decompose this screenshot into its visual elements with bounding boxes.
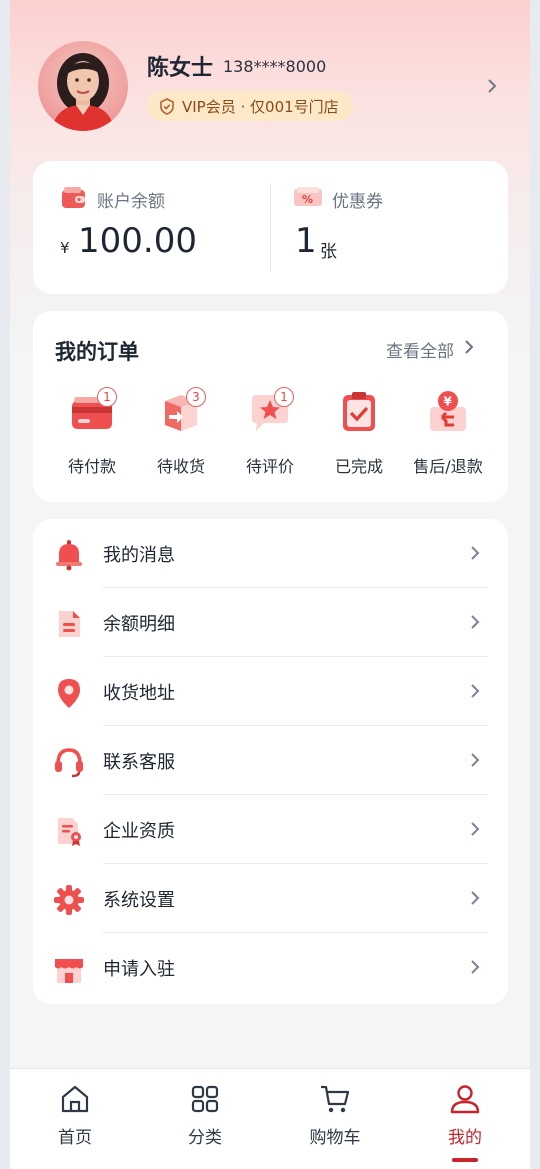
wallet-icon [61, 186, 87, 214]
menu-item-customer-service[interactable]: 联系客服 [33, 726, 508, 795]
menu-item-messages[interactable]: 我的消息 [33, 519, 508, 588]
svg-text:¥: ¥ [444, 395, 453, 409]
balance-value: 100.00 [78, 221, 197, 261]
order-badge: 1 [274, 387, 294, 407]
orders-title: 我的订单 [55, 340, 139, 364]
order-after-sales[interactable]: ¥ 售后/退款 [403, 387, 493, 487]
order-badge: 1 [97, 387, 117, 407]
tab-home[interactable]: 首页 [10, 1069, 140, 1169]
menu-item-label: 企业资质 [103, 821, 175, 842]
tab-label: 分类 [188, 1128, 222, 1148]
svg-text:%: % [302, 193, 313, 206]
tab-label: 我的 [448, 1128, 482, 1148]
user-name: 陈女士 [147, 56, 214, 81]
order-pending-receipt[interactable]: 3 待收货 [136, 387, 226, 487]
coupon-label: 优惠券 [332, 192, 383, 212]
cart-icon [319, 1083, 351, 1119]
shield-icon [159, 97, 175, 115]
tab-label: 首页 [58, 1128, 92, 1148]
tab-label: 购物车 [309, 1128, 361, 1148]
profile-chevron-right-icon[interactable] [485, 76, 499, 100]
chevron-right-icon [454, 339, 474, 360]
chevron-right-icon [470, 683, 480, 703]
store-icon [53, 953, 85, 985]
document-icon [53, 608, 85, 640]
vip-badge[interactable]: VIP会员 · 仅001号门店 [147, 91, 353, 121]
menu-list: 我的消息 余额明细 收货地址 联系客服 企业资质 系统设置 申请入驻 [33, 519, 508, 1004]
chevron-right-icon [470, 752, 480, 772]
menu-item-label: 申请入驻 [103, 959, 175, 980]
bottom-tab-bar: 首页 分类 购物车 我的 [10, 1068, 530, 1169]
menu-item-address[interactable]: 收货地址 [33, 657, 508, 726]
tab-category[interactable]: 分类 [140, 1069, 270, 1169]
location-pin-icon [53, 677, 85, 709]
vip-badge-label: VIP会员 · 仅001号门店 [182, 97, 339, 116]
chevron-right-icon [470, 821, 480, 841]
menu-item-label: 联系客服 [103, 752, 175, 773]
view-all-orders-link[interactable]: 查看全部 [386, 337, 474, 362]
coupons[interactable]: % 优惠券 1 张 [271, 161, 508, 294]
user-icon [449, 1083, 481, 1119]
menu-item-settings[interactable]: 系统设置 [33, 864, 508, 933]
coupon-unit: 张 [320, 242, 337, 262]
menu-item-label: 我的消息 [103, 545, 175, 566]
order-label: 待评价 [245, 457, 294, 476]
tab-mine[interactable]: 我的 [400, 1069, 530, 1169]
chevron-right-icon [470, 959, 480, 979]
bell-icon [53, 539, 85, 571]
order-label: 售后/退款 [413, 457, 483, 476]
clipboard-check-icon [337, 387, 381, 435]
menu-item-label: 余额明细 [103, 614, 175, 635]
order-pending-payment[interactable]: 1 待付款 [47, 387, 137, 487]
chevron-right-icon [470, 614, 480, 634]
orders-card: 我的订单 查看全部 1 待付款 3 待收货 1 待评价 已完成 ¥ 售后/退款 [33, 311, 508, 502]
grid-icon [189, 1083, 221, 1119]
balance-currency: ¥ [60, 239, 70, 257]
order-badge: 3 [186, 387, 206, 407]
gear-icon [53, 884, 85, 916]
home-icon [59, 1083, 91, 1119]
menu-item-qualifications[interactable]: 企业资质 [33, 795, 508, 864]
active-tab-indicator [452, 1158, 478, 1162]
account-balance[interactable]: 账户余额 ¥ 100.00 [33, 161, 270, 294]
headset-icon [53, 746, 85, 778]
menu-item-balance-details[interactable]: 余额明细 [33, 588, 508, 657]
chevron-right-icon [470, 545, 480, 565]
menu-item-label: 系统设置 [103, 890, 175, 911]
chevron-right-icon [470, 890, 480, 910]
coupon-icon: % [293, 186, 323, 212]
order-completed[interactable]: 已完成 [314, 387, 404, 487]
menu-item-label: 收货地址 [103, 683, 175, 704]
order-label: 待收货 [156, 457, 205, 476]
balance-label: 账户余额 [97, 192, 165, 212]
order-label: 已完成 [334, 457, 383, 476]
certificate-icon [53, 815, 85, 847]
profile-page: 陈女士 138****8000 VIP会员 · 仅001号门店 账户余额 ¥ 1… [10, 0, 530, 1169]
refund-icon: ¥ [426, 387, 470, 435]
coupon-value: 1 [295, 221, 317, 261]
view-all-label: 查看全部 [386, 342, 454, 362]
avatar[interactable] [38, 41, 128, 131]
assets-card: 账户余额 ¥ 100.00 % 优惠券 1 张 [33, 161, 508, 294]
tab-cart[interactable]: 购物车 [270, 1069, 400, 1169]
user-phone: 138****8000 [223, 57, 327, 76]
order-pending-review[interactable]: 1 待评价 [225, 387, 315, 487]
order-label: 待付款 [67, 457, 116, 476]
menu-item-apply-join[interactable]: 申请入驻 [33, 933, 508, 1002]
